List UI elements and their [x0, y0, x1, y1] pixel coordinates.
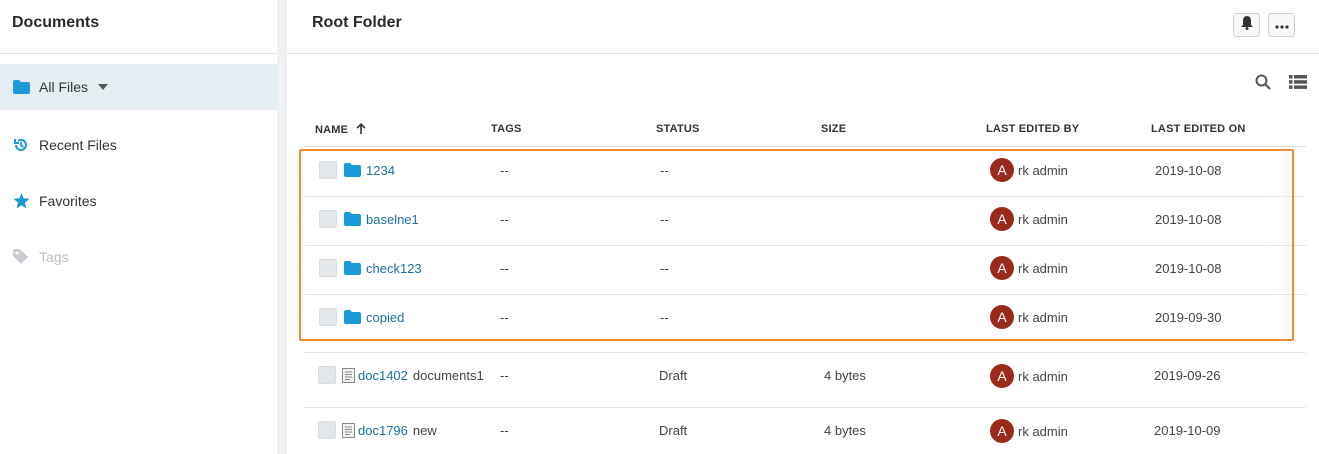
chevron-down-icon[interactable] [98, 84, 109, 90]
row-checkbox[interactable] [319, 308, 337, 326]
file-description: documents1 [412, 367, 484, 383]
editor-name: rk admin [1018, 162, 1068, 178]
sidebar-item-favorites[interactable]: Favorites [0, 178, 277, 224]
row-checkbox[interactable] [319, 259, 337, 277]
tags-cell: -- [500, 367, 509, 383]
date-cell: 2019-10-09 [1154, 422, 1221, 438]
table-row[interactable]: baselne1 -- -- A rk admin 2019-10-08 [304, 197, 1306, 246]
column-header-last-edited-on[interactable]: LAST EDITED ON [1151, 123, 1245, 135]
status-cell: -- [660, 211, 669, 227]
status-cell: -- [660, 309, 669, 325]
tags-cell: -- [500, 422, 509, 438]
folder-icon [344, 163, 361, 177]
folder-icon [344, 212, 361, 226]
column-header-name[interactable]: NAME [315, 123, 366, 137]
column-header-last-edited-by[interactable]: LAST EDITED BY [986, 123, 1079, 135]
sidebar-item-tags[interactable]: Tags [0, 234, 277, 280]
table-row[interactable]: doc1402 documents1 -- Draft 4 bytes A rk… [304, 353, 1306, 408]
tag-icon [12, 248, 30, 266]
file-name-link[interactable]: doc1796 [358, 423, 408, 438]
main-panel: Root Folder NAME TAGS STATUS SIZE LAST E… [287, 0, 1319, 454]
size-cell: 4 bytes [824, 422, 866, 438]
table-row[interactable]: copied -- -- A rk admin 2019-09-30 [304, 295, 1306, 353]
list-view-icon[interactable] [1289, 73, 1307, 91]
tags-cell: -- [500, 162, 509, 178]
editor-name: rk admin [1018, 423, 1068, 439]
status-cell: Draft [659, 422, 688, 438]
date-cell: 2019-09-30 [1155, 309, 1222, 325]
avatar: A [990, 256, 1014, 280]
file-name-link[interactable]: copied [366, 310, 404, 325]
editor-name: rk admin [1018, 368, 1068, 384]
document-icon [342, 422, 355, 438]
star-icon [12, 192, 30, 210]
sidebar: Documents All Files Recent Files Favorit… [0, 0, 277, 454]
row-checkbox[interactable] [319, 161, 337, 179]
column-header-status[interactable]: STATUS [656, 123, 700, 135]
bell-icon [1240, 15, 1254, 35]
row-checkbox[interactable] [319, 210, 337, 228]
tags-cell: -- [500, 211, 509, 227]
tags-cell: -- [500, 260, 509, 276]
editor-name: rk admin [1018, 260, 1068, 276]
row-checkbox[interactable] [318, 421, 336, 439]
sidebar-item-label: Recent Files [39, 137, 117, 153]
sidebar-item-label: All Files [39, 79, 89, 95]
table-row[interactable]: check123 -- -- A rk admin 2019-10-08 [304, 246, 1306, 295]
tags-cell: -- [500, 309, 509, 325]
date-cell: 2019-10-08 [1155, 211, 1222, 227]
date-cell: 2019-10-08 [1155, 260, 1222, 276]
column-header-size[interactable]: SIZE [821, 123, 846, 135]
status-cell: -- [660, 260, 669, 276]
sidebar-item-all-files[interactable]: All Files [0, 64, 277, 110]
file-name-link[interactable]: doc1402 [358, 368, 408, 383]
row-checkbox[interactable] [318, 366, 336, 384]
search-icon[interactable] [1254, 73, 1272, 91]
file-description: new [412, 422, 437, 438]
sidebar-item-recent-files[interactable]: Recent Files [0, 122, 277, 168]
editor-name: rk admin [1018, 309, 1068, 325]
divider [304, 146, 1306, 147]
sidebar-item-label: Favorites [39, 193, 97, 209]
sort-ascending-icon [356, 123, 366, 137]
date-cell: 2019-10-08 [1155, 162, 1222, 178]
page-title: Root Folder [312, 14, 402, 31]
document-icon [342, 367, 355, 383]
table-row[interactable]: 1234 -- -- A rk admin 2019-10-08 [304, 148, 1306, 197]
file-name-link[interactable]: check123 [366, 261, 422, 276]
avatar: A [990, 305, 1014, 329]
date-cell: 2019-09-26 [1154, 367, 1221, 383]
history-icon [12, 136, 30, 154]
file-name-link[interactable]: 1234 [366, 163, 395, 178]
sidebar-title: Documents [0, 0, 277, 54]
file-name-link[interactable]: baselne1 [366, 212, 419, 227]
avatar: A [990, 207, 1014, 231]
status-cell: Draft [659, 367, 688, 383]
more-options-button[interactable] [1268, 13, 1295, 37]
avatar: A [990, 158, 1014, 182]
sidebar-item-label: Tags [39, 249, 69, 265]
column-header-tags[interactable]: TAGS [491, 123, 522, 135]
more-icon [1274, 16, 1289, 34]
folder-icon [12, 78, 30, 96]
avatar: A [990, 364, 1014, 388]
folder-icon [344, 310, 361, 324]
table-row[interactable]: doc1796 new -- Draft 4 bytes A rk admin … [304, 408, 1306, 454]
editor-name: rk admin [1018, 211, 1068, 227]
folder-icon [344, 261, 361, 275]
size-cell: 4 bytes [824, 367, 866, 383]
notifications-button[interactable] [1233, 13, 1260, 37]
main-header: Root Folder [287, 0, 1319, 54]
avatar: A [990, 419, 1014, 443]
status-cell: -- [660, 162, 669, 178]
